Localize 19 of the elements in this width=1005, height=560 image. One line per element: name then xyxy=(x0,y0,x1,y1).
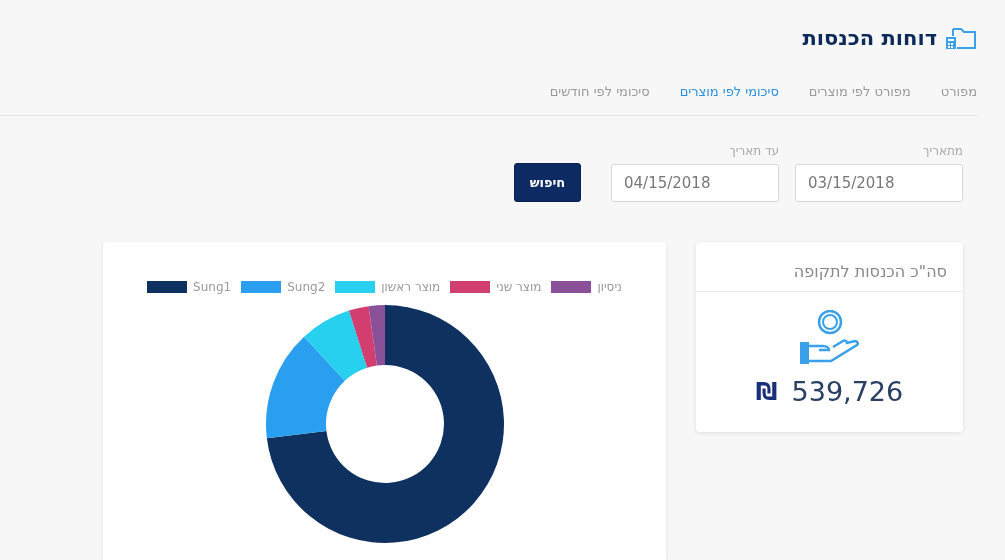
field-label: מתאריך xyxy=(922,144,963,158)
date-field[interactable]: 03/15/2018 xyxy=(795,164,963,202)
legend-label: מוצר שני xyxy=(496,280,542,294)
field-label: עד תאריך xyxy=(728,144,779,158)
legend-label: Sung2 xyxy=(287,280,326,294)
legend-label: ניסיון xyxy=(597,280,622,294)
currency-symbol: ₪ xyxy=(755,377,778,406)
total-amount: 539,726 xyxy=(791,376,904,407)
card-title: סה"כ הכנסות לתקופה xyxy=(696,242,963,292)
legend-label: מוצר ראשון xyxy=(381,280,441,294)
page-title: דוחות הכנסות xyxy=(802,26,937,50)
search-button[interactable]: חיפוש xyxy=(514,163,581,202)
tab[interactable]: סיכומי לפי חודשים xyxy=(549,84,650,99)
tab[interactable]: מפורט xyxy=(940,84,977,99)
folder-calculator-icon xyxy=(945,26,977,50)
date-field[interactable]: 04/15/2018 xyxy=(611,164,779,202)
legend-label: Sung1 xyxy=(193,280,232,294)
tab[interactable]: מפורט לפי מוצרים xyxy=(808,84,911,99)
tab[interactable]: סיכומי לפי מוצרים xyxy=(679,84,779,99)
